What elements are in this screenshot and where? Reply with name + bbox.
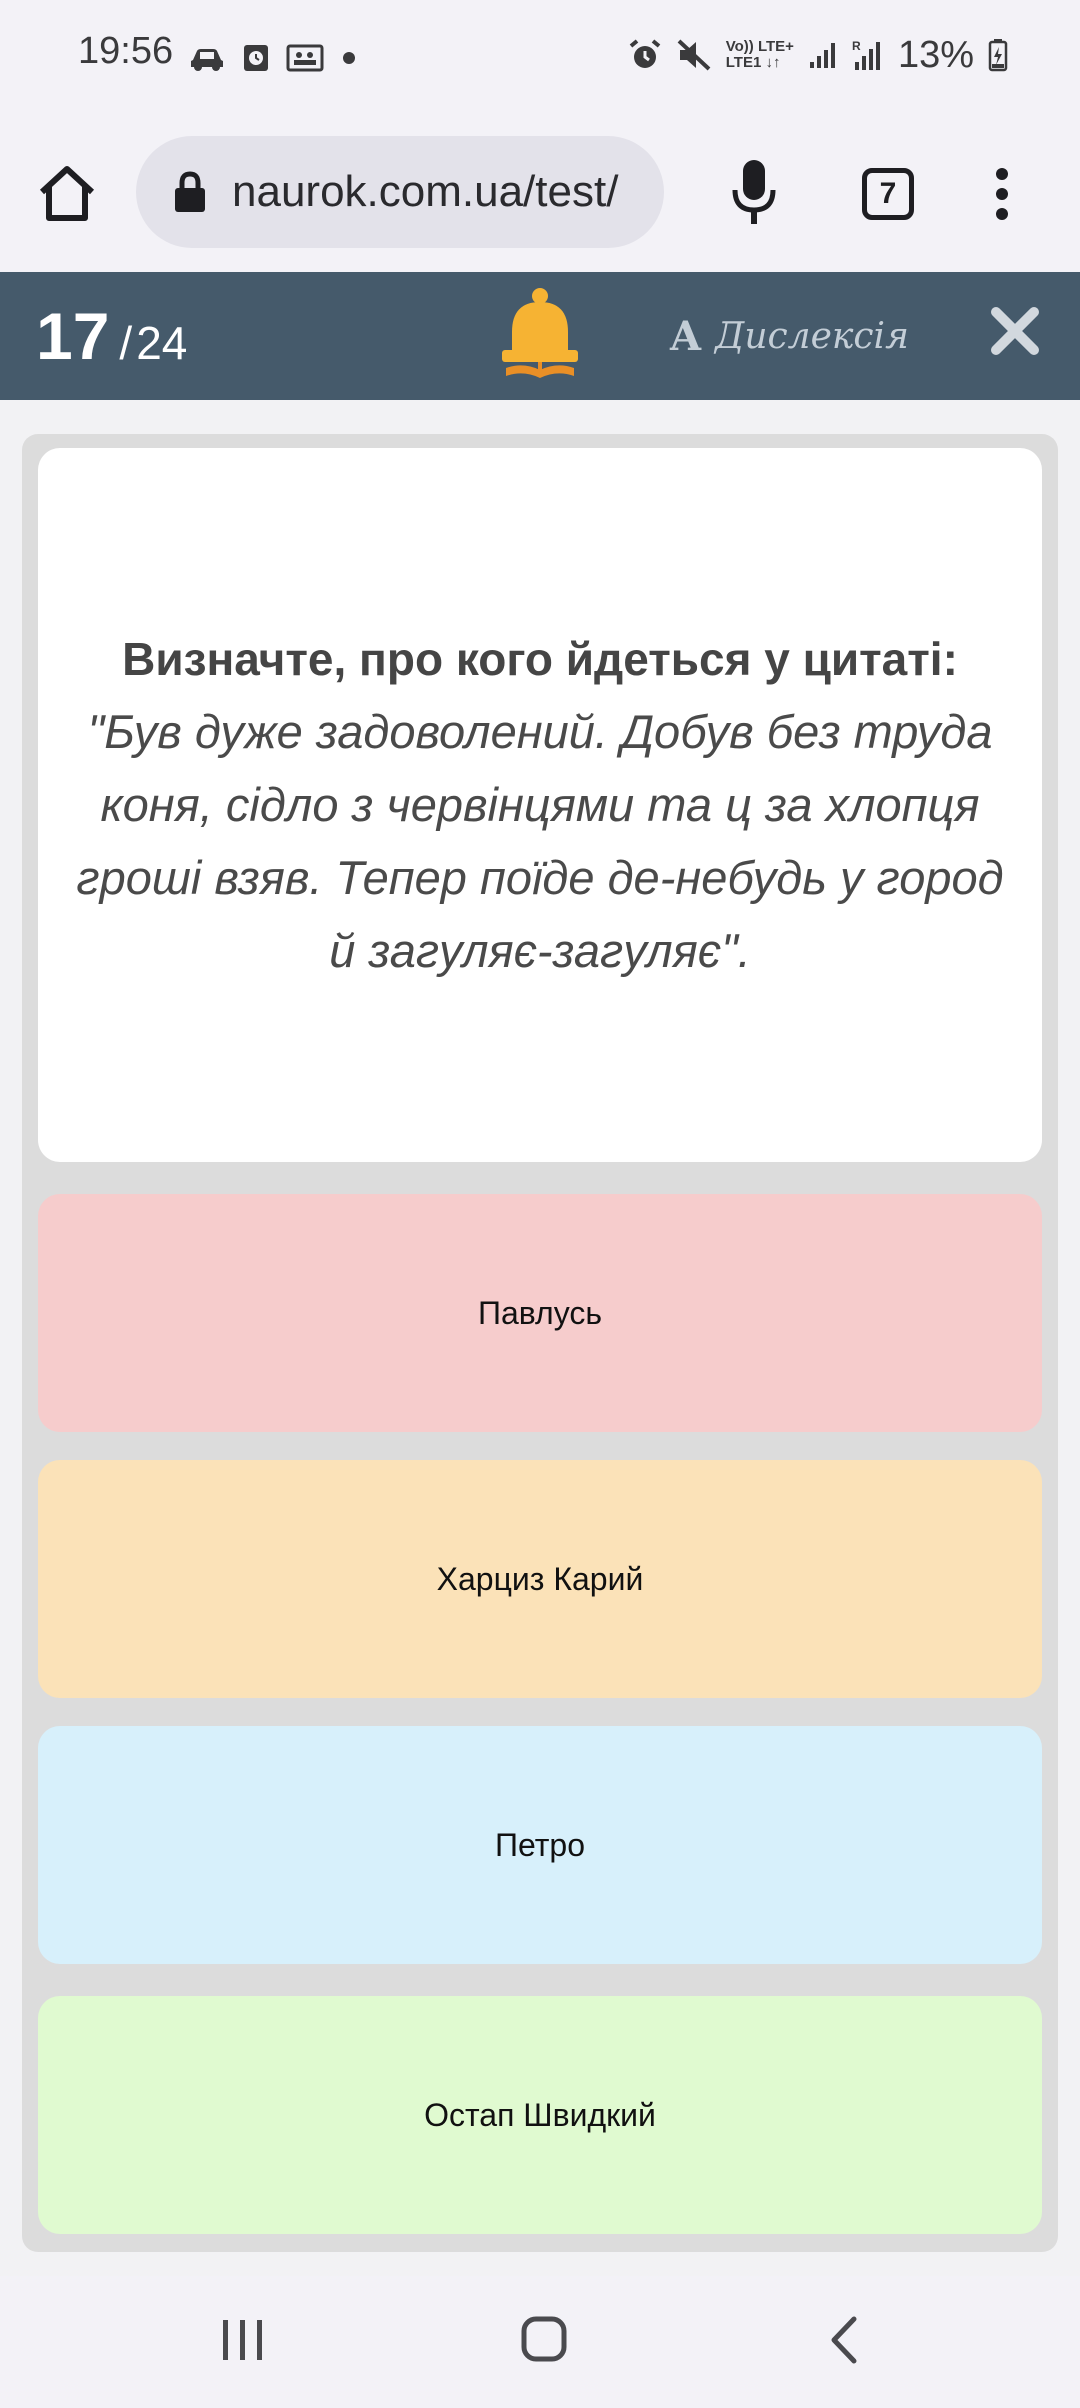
answer-label: Остап Швидкий bbox=[424, 2096, 656, 2133]
answer-label: Петро bbox=[495, 1826, 585, 1863]
car-icon bbox=[191, 49, 223, 71]
question-current: 17 bbox=[36, 299, 110, 373]
answer-option[interactable]: Остап Швидкий bbox=[38, 1996, 1042, 2234]
address-bar[interactable]: naurok.com.ua/test/ bbox=[136, 136, 664, 248]
status-time: 19:56 bbox=[78, 30, 174, 72]
home-circle-icon[interactable] bbox=[520, 2314, 568, 2364]
dyslexia-font-icon: A bbox=[670, 312, 702, 360]
close-icon[interactable] bbox=[990, 306, 1040, 356]
url-text: naurok.com.ua/test/ bbox=[232, 167, 619, 216]
answer-option[interactable]: Петро bbox=[38, 1726, 1042, 1964]
question-separator: / bbox=[119, 317, 133, 369]
question-counter: 17/24 bbox=[36, 298, 187, 374]
lte-bottom-text: LTE1 ↓↑ bbox=[725, 54, 781, 71]
lte-top-text: Vo)) LTE+ bbox=[725, 38, 794, 55]
browser-toolbar: naurok.com.ua/test/ 7 bbox=[0, 112, 1080, 272]
mute-icon bbox=[677, 39, 711, 71]
dyslexia-toggle[interactable]: A Дислексія bbox=[670, 308, 909, 364]
dyslexia-label: Дислексія bbox=[715, 315, 909, 357]
back-icon[interactable] bbox=[826, 2314, 862, 2366]
status-system-icons: Vo)) LTE+ LTE1 ↓↑ R 13% bbox=[628, 30, 1008, 80]
answer-label: Павлусь bbox=[477, 1294, 603, 1331]
status-bar: 19:56 Vo)) LTE+ LTE1 ↓↑ R 13% bbox=[0, 0, 1080, 112]
question-title: Визначте, про кого йдеться у цитаті: bbox=[122, 633, 958, 685]
dot-icon bbox=[343, 52, 355, 64]
answer-option[interactable]: Харциз Карий bbox=[38, 1460, 1042, 1698]
battery-percent: 13% bbox=[897, 33, 974, 76]
battery-charging-icon bbox=[988, 39, 1008, 72]
more-vert-icon[interactable] bbox=[990, 166, 1014, 222]
alarm-icon bbox=[629, 39, 661, 68]
recent-apps-icon[interactable] bbox=[220, 2318, 266, 2362]
quiz-content: Визначте, про кого йдеться у цитаті: "Бу… bbox=[22, 434, 1058, 2252]
lte-indicator: Vo)) LTE+ LTE1 ↓↑ bbox=[726, 39, 794, 71]
answer-option[interactable]: Павлусь bbox=[38, 1194, 1042, 1432]
status-notification-icons bbox=[188, 38, 358, 78]
question-quote: "Був дуже задоволений. Добув без труда к… bbox=[76, 705, 1004, 977]
signal-icon bbox=[809, 43, 835, 68]
question-card: Визначте, про кого йдеться у цитаті: "Бу… bbox=[38, 448, 1042, 1162]
mic-icon[interactable] bbox=[730, 158, 778, 228]
answer-label: Харциз Карий bbox=[436, 1560, 644, 1597]
signal-roaming-icon: R bbox=[852, 39, 880, 70]
question-total: 24 bbox=[136, 317, 188, 369]
svg-text:R: R bbox=[852, 39, 861, 53]
bell-icon[interactable] bbox=[498, 286, 582, 386]
system-nav-bar bbox=[0, 2276, 1080, 2408]
home-icon[interactable] bbox=[36, 162, 98, 224]
gallery-icon bbox=[286, 44, 324, 72]
tab-switcher-button[interactable]: 7 bbox=[862, 168, 914, 220]
quiz-header: 17/24 A Дислексія bbox=[0, 272, 1080, 400]
clock-app-icon bbox=[244, 45, 268, 71]
lock-icon bbox=[175, 171, 205, 212]
